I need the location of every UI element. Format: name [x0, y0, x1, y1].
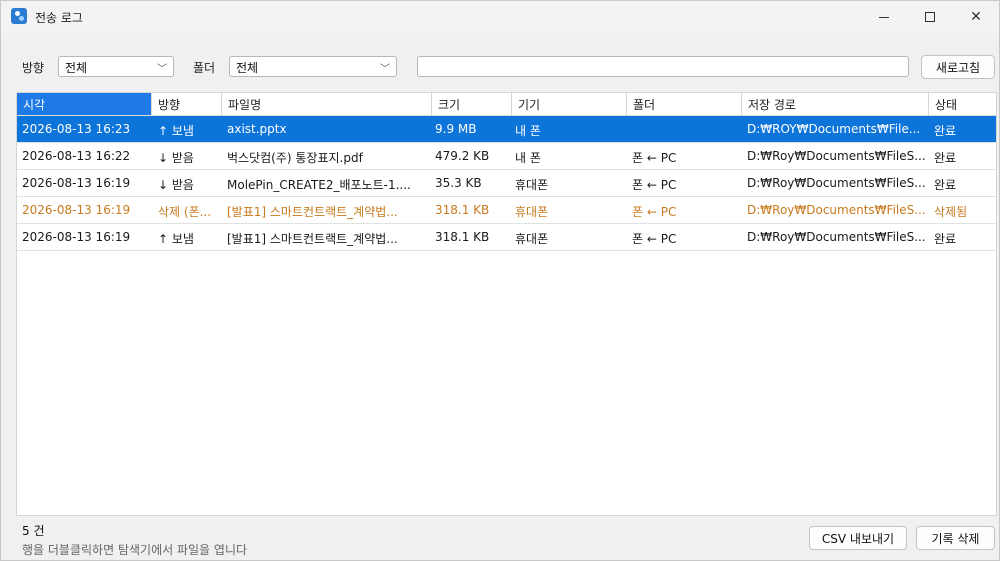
cell-path: D:₩Roy₩Documents₩FileS...	[747, 230, 926, 244]
column-header-time[interactable]: 시각	[17, 93, 152, 115]
cell-filename: [발표1] 스마트컨트랙트_계약법...	[227, 232, 398, 246]
cell-direction: ↓ 받음	[158, 151, 194, 165]
cell-size: 35.3 KB	[435, 176, 482, 190]
folder-label: 폴더	[193, 61, 216, 75]
table-header: 시각 방향 파일명 크기 기기 폴더 저장 경로 상태	[17, 93, 996, 116]
title-bar: 전송 로그 ✕	[1, 1, 999, 33]
column-header-direction[interactable]: 방향	[152, 93, 222, 115]
minimize-icon	[879, 16, 889, 18]
cell-direction: ↑ 보냄	[158, 232, 194, 246]
csv-export-button[interactable]: CSV 내보내기	[809, 526, 907, 550]
search-input[interactable]	[417, 56, 909, 77]
maximize-button[interactable]	[907, 1, 953, 33]
table-row[interactable]: 2026-08-13 16:23 ↑ 보냄 axist.pptx 9.9 MB 내 폰 D…	[17, 116, 996, 143]
minimize-button[interactable]	[861, 1, 907, 33]
cell-folder: 폰 ← PC	[632, 151, 677, 165]
maximize-icon	[925, 12, 935, 22]
cell-status: 완료	[934, 124, 957, 138]
cell-status: 완료	[934, 178, 957, 192]
cell-device: 휴대폰	[515, 232, 549, 246]
close-icon: ✕	[970, 9, 982, 25]
refresh-button-label: 새로고침	[935, 60, 981, 75]
cell-time: 2026-08-13 16:23	[22, 122, 131, 136]
cell-path: D:₩Roy₩Documents₩FileS...	[747, 203, 926, 217]
app-icon	[11, 8, 27, 24]
chevron-down-icon: ﹀	[380, 64, 390, 75]
cell-size: 479.2 KB	[435, 149, 490, 163]
column-header-folder[interactable]: 폴더	[627, 93, 742, 115]
cell-filename: 벅스닷컴(주) 통장표지.pdf	[227, 151, 363, 165]
cell-folder	[629, 116, 742, 142]
direction-select-value: 전체	[65, 61, 88, 75]
cell-filename: [발표1] 스마트컨트랙트_계약법...	[227, 205, 398, 219]
close-button[interactable]: ✕	[953, 1, 999, 33]
cell-time: 2026-08-13 16:19	[22, 203, 131, 217]
delete-log-button[interactable]: 기록 삭제	[916, 526, 995, 550]
cell-folder: 폰 ← PC	[632, 178, 677, 192]
cell-device: 내 폰	[515, 124, 541, 138]
column-header-device[interactable]: 기기	[512, 93, 627, 115]
cell-folder: 폰 ← PC	[632, 205, 677, 219]
table-row[interactable]: 2026-08-13 16:19 삭제 (폰... [발표1] 스마트컨트랙트_계약…	[17, 197, 996, 224]
cell-device: 내 폰	[515, 151, 541, 165]
cell-path: D:₩Roy₩Documents₩FileS...	[747, 176, 926, 190]
cell-time: 2026-08-13 16:22	[22, 149, 131, 163]
cell-status: 완료	[934, 151, 957, 165]
column-header-size[interactable]: 크기	[432, 93, 512, 115]
chevron-down-icon: ﹀	[157, 64, 167, 75]
cell-folder: 폰 ← PC	[632, 232, 677, 246]
transfer-log-window: 전송 로그 ✕ 방향 전체 ﹀ 폴더 전체 ﹀ 새로고침 시각 방향 파일명 크…	[0, 0, 1000, 561]
cell-size: 9.9 MB	[435, 122, 477, 136]
footer-hint: 행을 더블클릭하면 탐색기에서 파일을 엽니다	[22, 543, 248, 557]
cell-size: 318.1 KB	[435, 203, 490, 217]
cell-path: D:₩Roy₩Documents₩FileS...	[747, 149, 926, 163]
table-row[interactable]: 2026-08-13 16:19 ↓ 받음 MolePin_CREATE2_배포노트…	[17, 170, 996, 197]
folder-select[interactable]: 전체 ﹀	[229, 56, 397, 77]
column-header-filename[interactable]: 파일명	[222, 93, 432, 115]
cell-device: 휴대폰	[515, 205, 549, 219]
transfer-log-table[interactable]: 시각 방향 파일명 크기 기기 폴더 저장 경로 상태 2026-08-13 1…	[16, 92, 997, 516]
cell-status: 완료	[934, 232, 957, 246]
folder-select-value: 전체	[236, 61, 259, 75]
cell-path: D:₩ROY₩Documents₩File...	[747, 122, 921, 136]
column-header-status[interactable]: 상태	[929, 93, 998, 115]
cell-direction: ↓ 받음	[158, 178, 194, 192]
csv-export-button-label: CSV 내보내기	[821, 531, 895, 546]
column-header-path[interactable]: 저장 경로	[742, 93, 929, 115]
table-row[interactable]: 2026-08-13 16:19 ↑ 보냄 [발표1] 스마트컨트랙트_계약법...…	[17, 224, 996, 251]
window-title: 전송 로그	[35, 11, 83, 25]
cell-filename: MolePin_CREATE2_배포노트-1....	[227, 178, 411, 192]
cell-filename: axist.pptx	[227, 122, 287, 136]
cell-direction: 삭제 (폰...	[158, 205, 212, 219]
cell-size: 318.1 KB	[435, 230, 490, 244]
record-count: 5 건	[22, 524, 45, 538]
cell-time: 2026-08-13 16:19	[22, 230, 131, 244]
cell-device: 휴대폰	[515, 178, 549, 192]
cell-time: 2026-08-13 16:19	[22, 176, 131, 190]
cell-status: 삭제됨	[934, 205, 968, 219]
direction-label: 방향	[22, 61, 45, 75]
direction-select[interactable]: 전체 ﹀	[58, 56, 174, 77]
table-row[interactable]: 2026-08-13 16:22 ↓ 받음 벅스닷컴(주) 통장표지.pdf 479.…	[17, 143, 996, 170]
delete-log-button-label: 기록 삭제	[931, 531, 980, 546]
cell-direction: ↑ 보냄	[158, 124, 194, 138]
refresh-button[interactable]: 새로고침	[921, 55, 995, 79]
